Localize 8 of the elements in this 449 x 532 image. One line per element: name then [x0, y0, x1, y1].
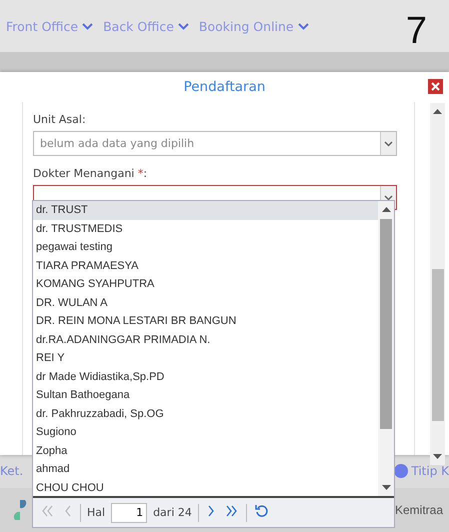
legend-label: Ket.	[0, 464, 24, 478]
page-count: dari 24	[153, 506, 192, 519]
field-label: Dokter Menangani *:	[33, 167, 148, 180]
counter-number: 7	[406, 10, 427, 53]
dialog-title: Pendaftaran	[184, 79, 266, 95]
legend-label: Titip K	[411, 464, 449, 478]
field-label: Unit Asal:	[33, 113, 87, 126]
page-label: Hal	[87, 506, 106, 519]
